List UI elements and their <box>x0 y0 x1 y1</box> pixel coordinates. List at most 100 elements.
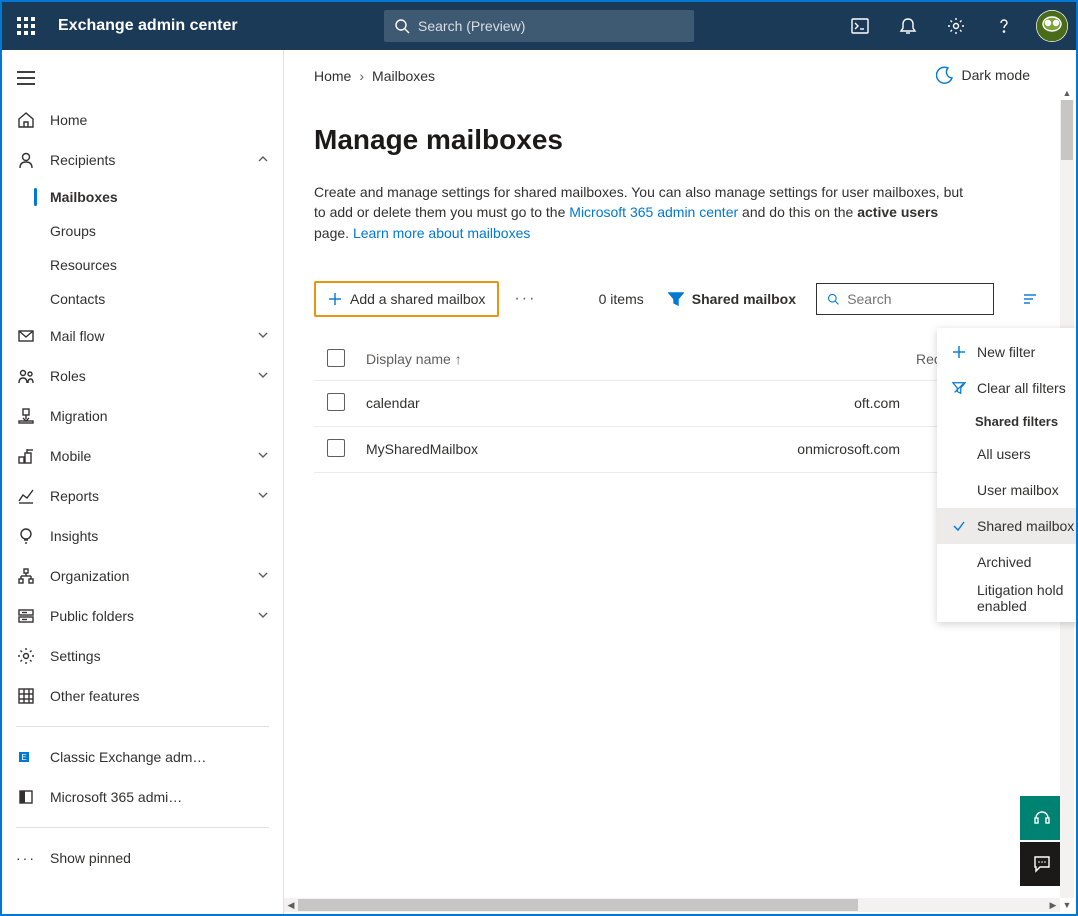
sidebar-item-label: Recipients <box>50 152 115 168</box>
breadcrumb-home[interactable]: Home <box>314 68 351 84</box>
nav-divider <box>16 726 269 727</box>
filter-clear[interactable]: Clear all filters <box>937 370 1076 406</box>
home-icon <box>16 110 36 130</box>
main-content: Home › Mailboxes Dark mode Manage mailbo… <box>284 50 1076 914</box>
scroll-up-arrow[interactable]: ▲ <box>1060 86 1074 100</box>
sidebar-item-mailflow[interactable]: Mail flow <box>2 316 283 356</box>
gear-icon <box>16 646 36 666</box>
settings-button[interactable] <box>932 2 980 50</box>
notifications-button[interactable] <box>884 2 932 50</box>
page-description: Create and manage settings for shared ma… <box>314 182 974 243</box>
items-count: 0 items <box>599 291 644 307</box>
moon-icon <box>936 66 954 84</box>
column-header-email[interactable] <box>628 339 908 381</box>
sidebar-item-label: Other features <box>50 688 140 704</box>
sidebar-item-publicfolders[interactable]: Public folders <box>2 596 283 636</box>
sidebar-item-organization[interactable]: Organization <box>2 556 283 596</box>
table-search[interactable] <box>816 283 994 315</box>
chevron-down-icon <box>257 568 269 584</box>
chevron-down-icon <box>257 328 269 344</box>
filter-option-sharedmailbox[interactable]: Shared mailbox <box>937 508 1076 544</box>
filter-option-allusers[interactable]: All users <box>937 436 1076 472</box>
mobile-icon <box>16 446 36 466</box>
sidebar-subitem-contacts[interactable]: Contacts <box>2 282 283 316</box>
filter-icon <box>668 291 684 307</box>
help-icon <box>995 17 1013 35</box>
sidebar-item-label: Mail flow <box>50 328 104 344</box>
scroll-down-arrow[interactable]: ▼ <box>1060 898 1074 912</box>
sidebar-item-recipients[interactable]: Recipients <box>2 140 283 180</box>
nav-toggle[interactable] <box>2 56 50 100</box>
chevron-down-icon <box>257 448 269 464</box>
list-options-button[interactable] <box>1014 291 1046 307</box>
cell-email: onmicrosoft.com <box>628 426 908 472</box>
sidebar-subitem-resources[interactable]: Resources <box>2 248 283 282</box>
roles-icon <box>16 366 36 386</box>
scroll-thumb[interactable] <box>1061 100 1073 160</box>
sidebar-item-label: Home <box>50 112 87 128</box>
link-learn-more[interactable]: Learn more about mailboxes <box>353 225 530 241</box>
sidebar-item-label: Roles <box>50 368 86 384</box>
user-avatar[interactable] <box>1036 10 1068 42</box>
filter-option-litigation[interactable]: Litigation hold enabled <box>937 580 1076 616</box>
chevron-down-icon <box>257 488 269 504</box>
reports-icon <box>16 486 36 506</box>
sidebar-item-roles[interactable]: Roles <box>2 356 283 396</box>
scroll-thumb[interactable] <box>298 899 858 911</box>
chevron-down-icon <box>257 368 269 384</box>
sidebar-item-label: Public folders <box>50 608 134 624</box>
select-all-checkbox[interactable] <box>327 349 345 367</box>
global-header: Exchange admin center <box>2 2 1076 50</box>
row-checkbox[interactable] <box>327 393 345 411</box>
clear-filter-icon <box>951 381 967 395</box>
sidebar-item-migration[interactable]: Migration <box>2 396 283 436</box>
column-header-displayname[interactable]: Display name ↑ <box>358 339 628 381</box>
filter-option-usermailbox[interactable]: User mailbox <box>937 472 1076 508</box>
list-icon <box>1022 291 1038 307</box>
cell-displayname: calendar <box>358 380 628 426</box>
sidebar-item-label: Insights <box>50 528 98 544</box>
filter-option-archived[interactable]: Archived <box>937 544 1076 580</box>
scroll-right-arrow[interactable]: ▶ <box>1046 898 1060 912</box>
cell-email: oft.com <box>628 380 908 426</box>
exchange-icon: E <box>16 747 36 767</box>
sidebar-item-label: Microsoft 365 admi… <box>50 789 182 805</box>
sidebar-item-mobile[interactable]: Mobile <box>2 436 283 476</box>
headset-icon <box>1032 808 1052 828</box>
link-m365-admin[interactable]: Microsoft 365 admin center <box>569 204 738 220</box>
sidebar-item-settings[interactable]: Settings <box>2 636 283 676</box>
sidebar-show-pinned[interactable]: ··· Show pinned <box>2 838 283 878</box>
sidebar-item-label: Classic Exchange adm… <box>50 749 206 765</box>
sidebar-item-m365-admin[interactable]: Microsoft 365 admi… <box>2 777 283 817</box>
shell-prompt-button[interactable] <box>836 2 884 50</box>
migration-icon <box>16 406 36 426</box>
sidebar-item-otherfeatures[interactable]: Other features <box>2 676 283 716</box>
sidebar-item-label: Show pinned <box>50 850 131 866</box>
table-search-input[interactable] <box>847 291 983 307</box>
plus-icon <box>951 345 967 359</box>
sidebar-subitem-groups[interactable]: Groups <box>2 214 283 248</box>
header-actions <box>836 2 1076 50</box>
more-actions-button[interactable]: ··· <box>509 283 541 315</box>
filter-dropdown: New filter Clear all filters Shared filt… <box>937 328 1076 622</box>
sidebar-subitem-mailboxes[interactable]: Mailboxes <box>2 180 283 214</box>
filter-new[interactable]: New filter <box>937 334 1076 370</box>
sidebar-item-insights[interactable]: Insights <box>2 516 283 556</box>
add-shared-mailbox-button[interactable]: Add a shared mailbox <box>314 281 499 317</box>
global-search[interactable] <box>384 10 694 42</box>
nav-divider <box>16 827 269 828</box>
filter-button[interactable]: Shared mailbox <box>668 291 796 307</box>
horizontal-scrollbar[interactable]: ◀ ▶ <box>284 898 1060 912</box>
sidebar-item-reports[interactable]: Reports <box>2 476 283 516</box>
sidebar-item-classic-exchange[interactable]: E Classic Exchange adm… <box>2 737 283 777</box>
support-fab[interactable] <box>1020 796 1064 840</box>
app-launcher[interactable] <box>2 2 50 50</box>
feedback-fab[interactable] <box>1020 842 1064 886</box>
sidebar-item-home[interactable]: Home <box>2 100 283 140</box>
row-checkbox[interactable] <box>327 439 345 457</box>
dark-mode-toggle[interactable]: Dark mode <box>936 66 1030 84</box>
help-button[interactable] <box>980 2 1028 50</box>
global-search-input[interactable] <box>418 18 684 34</box>
scroll-left-arrow[interactable]: ◀ <box>284 898 298 912</box>
person-icon <box>16 150 36 170</box>
